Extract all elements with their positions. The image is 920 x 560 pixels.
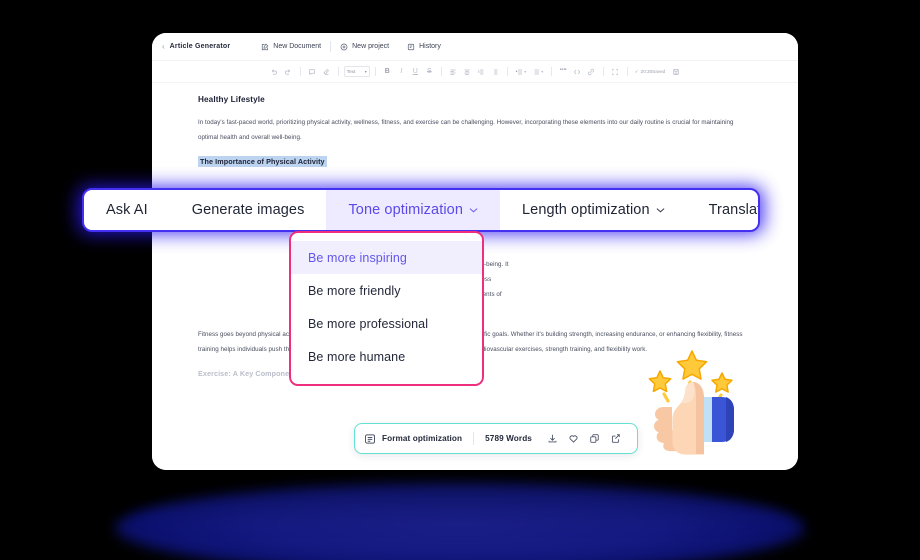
tone-menu-item-label: Be more humane bbox=[308, 349, 406, 364]
saved-status: ✓ 20:30Saved bbox=[635, 69, 665, 75]
document-title: Healthy Lifestyle bbox=[198, 95, 265, 104]
toolbar-divider bbox=[299, 67, 301, 76]
document-heading-selected: The Importance of Physical Activity bbox=[198, 156, 327, 167]
clear-format-icon[interactable] bbox=[320, 65, 333, 78]
new-project-label: New project bbox=[352, 43, 390, 50]
quote-icon[interactable]: ““ bbox=[557, 65, 570, 78]
chevron-left-icon[interactable]: ‹ bbox=[162, 42, 165, 51]
new-document-label: New Document bbox=[273, 43, 322, 50]
tone-menu-item-label: Be more inspiring bbox=[308, 250, 407, 265]
ai-action-label: Translate to bbox=[708, 202, 758, 218]
ordered-list-icon[interactable] bbox=[475, 65, 488, 78]
ai-toolbar: Ask AI Generate images Tone optimization… bbox=[82, 188, 760, 232]
toolbar-divider bbox=[506, 67, 508, 76]
pill-actions bbox=[542, 430, 626, 448]
new-document-button[interactable]: New Document bbox=[252, 43, 330, 51]
toolbar-divider bbox=[440, 67, 442, 76]
tone-menu-item-inspiring[interactable]: Be more inspiring bbox=[291, 241, 482, 274]
strikethrough-button[interactable]: S bbox=[423, 65, 436, 78]
new-project-button[interactable]: New project bbox=[331, 43, 398, 51]
line-height-icon[interactable]: ▾ bbox=[530, 65, 546, 78]
history-button[interactable]: History bbox=[398, 43, 450, 51]
ai-action-ask-ai[interactable]: Ask AI bbox=[84, 190, 170, 230]
pill-divider bbox=[473, 432, 475, 445]
link-icon[interactable] bbox=[585, 65, 598, 78]
history-icon bbox=[407, 43, 415, 51]
tone-optimization-menu: Be more inspiring Be more friendly Be mo… bbox=[289, 231, 484, 386]
annotate-group bbox=[306, 65, 333, 78]
topbar-actions: New Document New project History bbox=[252, 41, 450, 52]
insert-group: ““ bbox=[557, 65, 598, 78]
app-topbar: ‹ Article Generator New Document New pro… bbox=[152, 33, 798, 61]
new-project-icon bbox=[340, 43, 348, 51]
code-icon[interactable] bbox=[571, 65, 584, 78]
tone-menu-item-professional[interactable]: Be more professional bbox=[291, 307, 482, 340]
history-group bbox=[268, 65, 295, 78]
history-label: History bbox=[419, 43, 441, 50]
new-document-icon bbox=[261, 43, 269, 51]
tone-menu-item-label: Be more professional bbox=[308, 316, 429, 331]
toolbar-divider bbox=[550, 67, 552, 76]
comment-icon[interactable] bbox=[306, 65, 319, 78]
indent-icon[interactable]: ▾ bbox=[513, 65, 529, 78]
ai-action-length-optimization[interactable]: Length optimization bbox=[500, 190, 687, 230]
ai-action-label: Generate images bbox=[191, 202, 305, 218]
ai-action-translate-to[interactable]: Translate to bbox=[687, 190, 758, 230]
tone-menu-item-label: Be more friendly bbox=[308, 283, 401, 298]
italic-button[interactable]: I bbox=[395, 65, 408, 78]
align-left-icon[interactable] bbox=[447, 65, 460, 78]
chevron-down-icon bbox=[469, 207, 478, 213]
format-optimization-icon bbox=[364, 433, 376, 445]
tone-menu-item-friendly[interactable]: Be more friendly bbox=[291, 274, 482, 307]
toolbar-divider bbox=[626, 67, 628, 76]
spacing-group: ▾ ▾ bbox=[513, 65, 546, 78]
page-title: Article Generator bbox=[169, 43, 231, 50]
ai-action-label: Tone optimization bbox=[348, 202, 463, 218]
ai-action-label: Ask AI bbox=[106, 202, 148, 218]
copy-icon[interactable] bbox=[584, 430, 605, 448]
undo-icon[interactable] bbox=[268, 65, 281, 78]
text-style-value: Text bbox=[346, 69, 356, 74]
align-group bbox=[447, 65, 502, 78]
check-icon: ✓ bbox=[634, 68, 639, 74]
share-external-icon[interactable] bbox=[605, 430, 626, 448]
text-style-select[interactable]: Text ▾ bbox=[343, 66, 370, 77]
fullscreen-icon[interactable] bbox=[609, 65, 622, 78]
screenshot-canvas: ‹ Article Generator New Document New pro… bbox=[0, 0, 920, 560]
chevron-down-icon bbox=[656, 207, 665, 213]
format-toolbar: Text ▾ B I U S ▾ ▾ ““ ✓ 20:30Saved bbox=[152, 61, 798, 83]
download-icon[interactable] bbox=[542, 430, 563, 448]
toolbar-divider bbox=[337, 67, 339, 76]
ai-action-tone-optimization[interactable]: Tone optimization bbox=[326, 190, 500, 230]
background-glow-ellipse bbox=[115, 482, 805, 560]
toolbar-divider bbox=[602, 67, 604, 76]
bold-button[interactable]: B bbox=[381, 65, 394, 78]
saved-status-label: 20:30Saved bbox=[640, 69, 666, 74]
toolbar-divider bbox=[374, 67, 376, 76]
text-style-group: B I U S bbox=[381, 65, 436, 78]
tone-menu-item-humane[interactable]: Be more humane bbox=[291, 340, 482, 373]
ai-action-generate-images[interactable]: Generate images bbox=[170, 190, 327, 230]
chevron-down-icon: ▾ bbox=[364, 69, 367, 74]
word-count: 5789 Words bbox=[485, 434, 532, 443]
heart-icon[interactable] bbox=[563, 430, 584, 448]
ai-action-label: Length optimization bbox=[521, 202, 650, 218]
align-center-icon[interactable] bbox=[461, 65, 474, 78]
redo-icon[interactable] bbox=[282, 65, 295, 78]
save-icon[interactable] bbox=[669, 65, 682, 78]
format-optimization-label[interactable]: Format optimization bbox=[382, 434, 462, 443]
format-optimization-bar: Format optimization 5789 Words bbox=[354, 423, 638, 454]
document-paragraph-1: In today's fast-paced world, prioritizin… bbox=[198, 119, 734, 141]
underline-button[interactable]: U bbox=[409, 65, 422, 78]
bullet-list-icon[interactable] bbox=[489, 65, 502, 78]
